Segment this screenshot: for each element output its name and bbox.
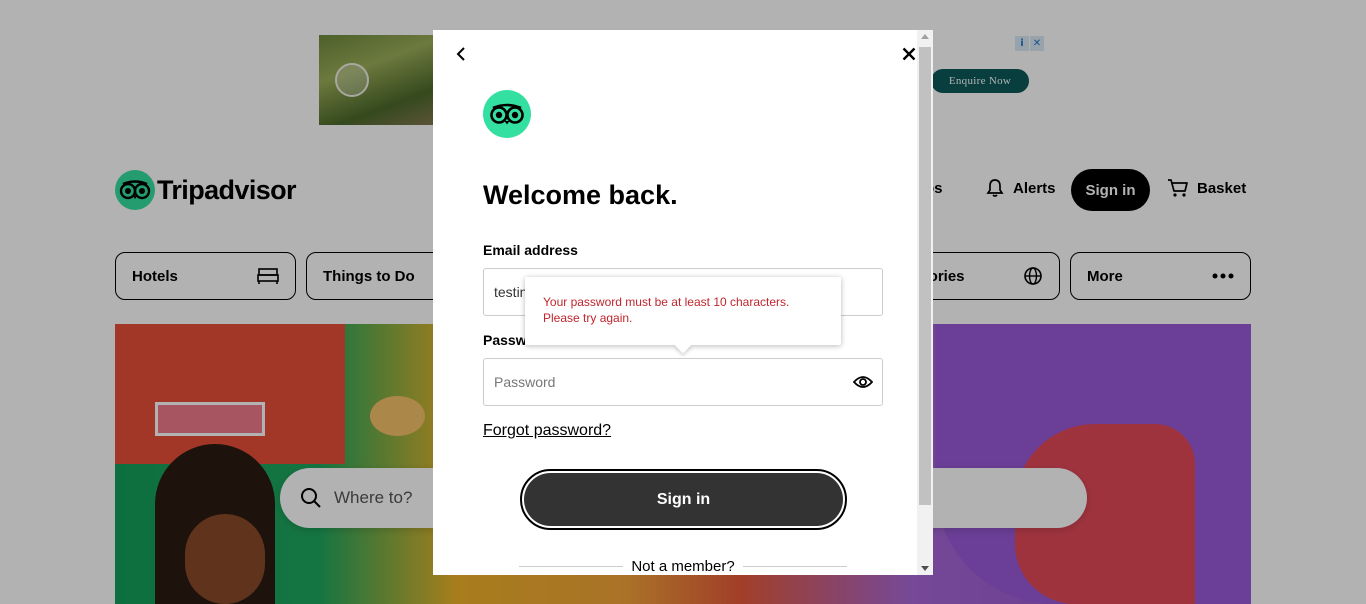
modal-title: Welcome back.	[483, 180, 678, 210]
divider-line-right	[742, 566, 847, 567]
scroll-down-arrow-icon[interactable]	[921, 566, 929, 571]
back-button[interactable]	[449, 42, 473, 66]
tooltip-line-2: Please try again.	[543, 311, 633, 325]
scroll-up-arrow-icon[interactable]	[921, 34, 929, 39]
forgot-password-link[interactable]: Forgot password?	[483, 422, 611, 440]
divider-line-left	[519, 566, 624, 567]
eye-icon	[853, 376, 873, 388]
close-icon	[902, 47, 916, 61]
show-password-button[interactable]	[851, 373, 875, 391]
tooltip-line-1: Your password must be at least 10 charac…	[543, 295, 790, 309]
modal-scrollbar[interactable]	[917, 30, 933, 575]
signin-modal: Welcome back. Email address Passwo Your …	[433, 30, 933, 575]
signin-button-label: Sign in	[524, 473, 843, 526]
back-arrow-icon	[456, 47, 465, 61]
password-field[interactable]	[483, 358, 883, 406]
owl-logo-icon	[483, 90, 531, 138]
not-member-divider: Not a member?	[519, 558, 847, 575]
signin-button[interactable]: Sign in	[520, 469, 847, 530]
not-member-label: Not a member?	[631, 558, 735, 575]
password-error-tooltip: Your password must be at least 10 charac…	[525, 277, 841, 345]
scrollbar-thumb[interactable]	[919, 47, 931, 505]
email-label: Email address	[483, 242, 578, 258]
